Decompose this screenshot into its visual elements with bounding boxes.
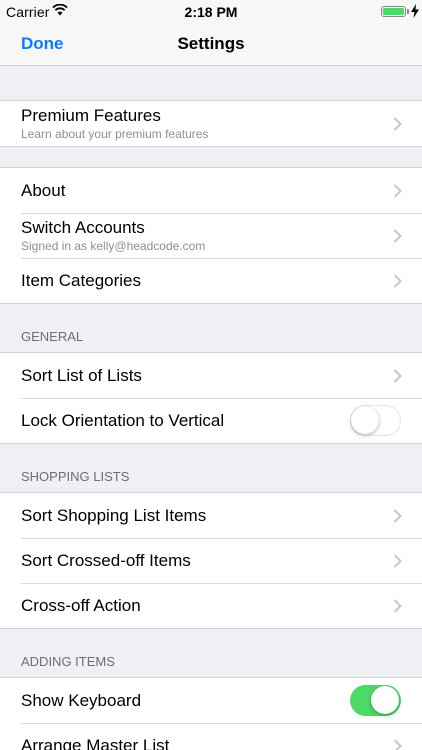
- arrange-master-list-row[interactable]: Arrange Master List: [0, 723, 422, 750]
- lock-orientation-toggle[interactable]: [350, 404, 401, 436]
- sort-list-of-lists-row[interactable]: Sort List of Lists: [0, 353, 422, 398]
- shopping-lists-section-header: SHOPPING LISTS: [21, 469, 130, 484]
- adding-items-group: Show Keyboard Arrange Master List: [0, 677, 422, 750]
- item-categories-row[interactable]: Item Categories: [0, 258, 422, 303]
- premium-features-row[interactable]: Premium Features Learn about your premiu…: [0, 101, 422, 146]
- account-group: About Switch Accounts Signed in as kelly…: [0, 167, 422, 304]
- toggle-knob: [371, 685, 399, 714]
- chevron-right-icon: [393, 553, 402, 568]
- general-section-header: GENERAL: [21, 329, 84, 344]
- sort-crossed-off-items-label: Sort Crossed-off Items: [21, 550, 191, 570]
- settings-list: Premium Features Learn about your premiu…: [0, 66, 422, 750]
- battery-cap: [407, 9, 409, 14]
- chevron-right-icon: [393, 228, 402, 243]
- premium-features-title: Premium Features: [21, 106, 161, 125]
- chevron-right-icon: [393, 508, 402, 523]
- chevron-right-icon: [393, 116, 402, 131]
- navigation-bar: Done Settings: [0, 24, 422, 66]
- general-group: Sort List of Lists Lock Orientation to V…: [0, 352, 422, 444]
- cross-off-action-row[interactable]: Cross-off Action: [0, 583, 422, 628]
- chevron-right-icon: [393, 368, 402, 383]
- status-bar: Carrier 2:18 PM: [0, 0, 422, 24]
- charging-bolt-icon: [411, 4, 419, 18]
- signed-in-subtitle: Signed in as kelly@headcode.com: [21, 239, 206, 253]
- sort-shopping-list-items-label: Sort Shopping List Items: [21, 505, 207, 525]
- page-title: Settings: [177, 34, 245, 53]
- lock-orientation-row: Lock Orientation to Vertical: [0, 398, 422, 443]
- about-label: About: [21, 180, 66, 200]
- item-categories-label: Item Categories: [21, 270, 141, 290]
- show-keyboard-toggle[interactable]: [350, 684, 401, 716]
- cross-off-action-label: Cross-off Action: [21, 595, 141, 615]
- chevron-right-icon: [393, 738, 402, 750]
- arrange-master-list-label: Arrange Master List: [21, 735, 170, 750]
- battery-icon: [381, 6, 406, 17]
- switch-accounts-row[interactable]: Switch Accounts Signed in as kelly@headc…: [0, 213, 422, 258]
- switch-accounts-title: Switch Accounts: [21, 218, 145, 237]
- premium-group: Premium Features Learn about your premiu…: [0, 100, 422, 147]
- premium-features-subtitle: Learn about your premium features: [21, 127, 209, 141]
- adding-items-section-header: ADDING ITEMS: [21, 654, 115, 669]
- status-time: 2:18 PM: [184, 4, 238, 20]
- about-row[interactable]: About: [0, 168, 422, 213]
- sort-shopping-list-items-row[interactable]: Sort Shopping List Items: [0, 493, 422, 538]
- chevron-right-icon: [393, 273, 402, 288]
- shopping-lists-group: Sort Shopping List Items Sort Crossed-of…: [0, 492, 422, 629]
- toggle-knob: [351, 405, 379, 434]
- chevron-right-icon: [393, 598, 402, 613]
- sort-list-of-lists-label: Sort List of Lists: [21, 365, 142, 385]
- sort-crossed-off-items-row[interactable]: Sort Crossed-off Items: [0, 538, 422, 583]
- show-keyboard-row: Show Keyboard: [0, 678, 422, 723]
- chevron-right-icon: [393, 183, 402, 198]
